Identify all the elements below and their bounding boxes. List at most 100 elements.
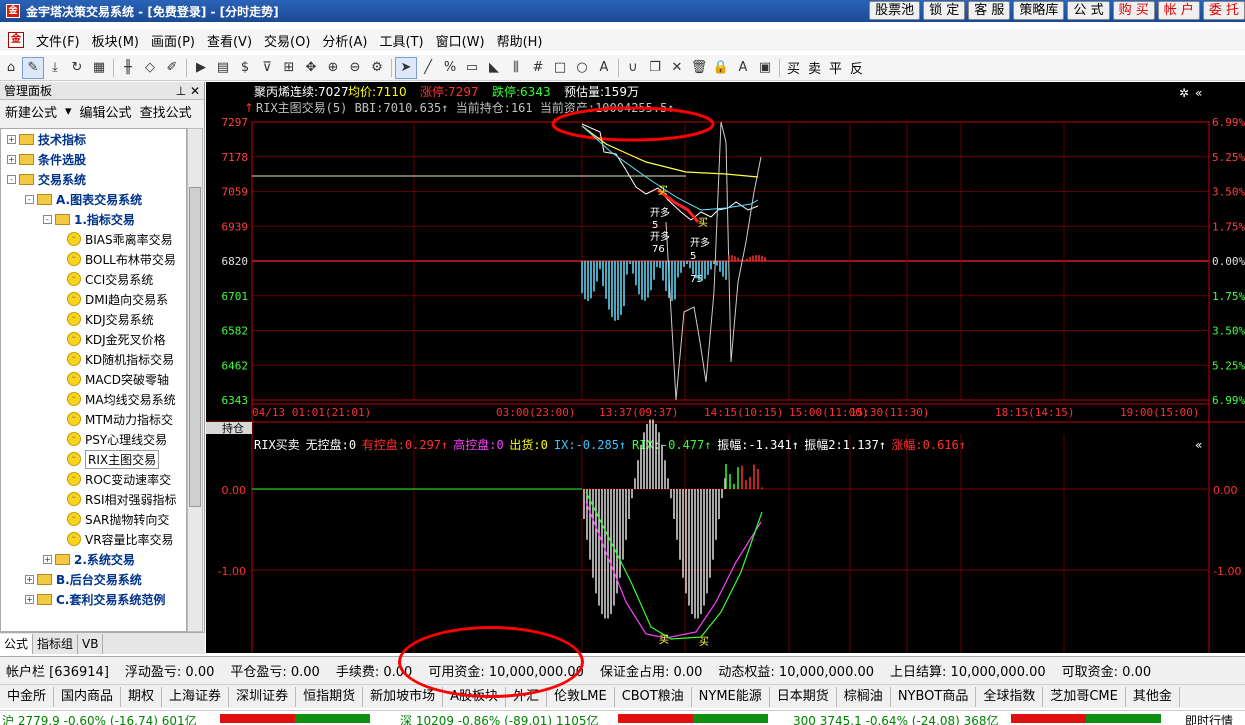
title-button-6[interactable]: 帐 户 (1157, 1, 1200, 20)
lock-icon[interactable]: 🔒 (710, 57, 732, 79)
expand-icon[interactable]: - (7, 174, 16, 184)
tree-node[interactable]: - 1.指标交易 (43, 209, 135, 229)
tree-node[interactable]: + B.后台交易系统 (25, 569, 142, 589)
menu-item-3[interactable]: 查看(V) (201, 31, 258, 50)
menu-item-4[interactable]: 交易(O) (258, 31, 316, 50)
trade-reverse-button[interactable]: 反 (846, 58, 867, 77)
intraday-chart[interactable]: 7297 6.99% 7178 5.25% 7059 3.50% 6939 1.75% 6820… (206, 82, 1245, 653)
tree-node[interactable]: - 交易系统 (7, 169, 86, 189)
title-button-4[interactable]: 公 式 (1067, 1, 1110, 20)
fill-icon[interactable]: ◣ (483, 57, 505, 79)
line-icon[interactable]: ╱ (417, 57, 439, 79)
menu-item-7[interactable]: 窗口(W) (430, 31, 491, 50)
tree-node[interactable]: + C.套利交易系统范例 (25, 589, 165, 609)
market-tab-14[interactable]: NYBOT商品 (891, 686, 977, 707)
grid-icon[interactable]: ▦ (88, 57, 110, 79)
zoom-out-icon[interactable]: ⊖ (344, 57, 366, 79)
panel-tab-2[interactable]: VB (78, 633, 104, 654)
expand-icon[interactable]: + (7, 134, 16, 144)
home-icon[interactable]: ⌂ (0, 57, 22, 79)
pencil-icon[interactable]: ✎ (22, 56, 44, 79)
cursor-icon[interactable]: ➤ (395, 56, 417, 79)
menu-item-0[interactable]: 文件(F) (30, 31, 86, 50)
market-tab-9[interactable]: 伦敦LME (547, 686, 615, 707)
text-icon[interactable]: A (593, 57, 615, 79)
rectangle-icon[interactable]: □ (549, 57, 571, 79)
tree-node[interactable]: ᵕ MA均线交易系统 (67, 389, 176, 409)
title-button-1[interactable]: 锁 定 (923, 1, 966, 20)
filter-icon[interactable]: ⊽ (256, 57, 278, 79)
tree-node[interactable]: ᵕ BIAS乖离率交易 (67, 229, 173, 249)
trash-icon[interactable]: 🗑 (688, 57, 710, 79)
parallel-lines-icon[interactable]: ⫼ (505, 57, 527, 79)
tree-node[interactable]: ᵕ MACD突破零轴 (67, 369, 169, 389)
refresh-icon[interactable]: ↻ (66, 57, 88, 79)
panel-tab-0[interactable]: 公式 (0, 633, 34, 654)
play-icon[interactable]: ▶ (190, 57, 212, 79)
tree-node[interactable]: ᵕ PSY心理线交易 (67, 429, 167, 449)
download-icon[interactable]: ⤓ (44, 57, 66, 79)
dropdown-arrow-icon[interactable]: ▾ (65, 104, 72, 119)
chart-area[interactable]: 7297 6.99% 7178 5.25% 7059 3.50% 6939 1.75% 6820… (206, 82, 1245, 653)
dollar-icon[interactable]: $ (234, 57, 256, 79)
market-tab-17[interactable]: 其他金 (1126, 686, 1180, 707)
tree-node[interactable]: + 条件选股 (7, 149, 86, 169)
title-button-7[interactable]: 委 托 (1202, 1, 1245, 20)
tree-node[interactable]: + 技术指标 (7, 129, 86, 149)
tree-node[interactable]: ᵕ MTM动力指标交 (67, 409, 173, 429)
tree-node[interactable]: ᵕ VR容量比率交易 (67, 529, 174, 549)
panel-tab-1[interactable]: 指标组 (33, 633, 79, 654)
tree-node[interactable]: ᵕ KDJ交易系统 (67, 309, 154, 329)
market-tab-10[interactable]: CBOT粮油 (615, 686, 692, 707)
title-button-5[interactable]: 购 买 (1112, 1, 1155, 20)
market-tab-15[interactable]: 全球指数 (976, 686, 1044, 707)
expand-icon[interactable]: + (43, 554, 52, 564)
market-tab-0[interactable]: 中金所 (0, 686, 55, 707)
market-tab-12[interactable]: 日本期货 (770, 686, 837, 707)
menu-item-8[interactable]: 帮助(H) (491, 31, 549, 50)
realtime-quote-link[interactable]: 即时行情 (1185, 712, 1233, 725)
tree-node[interactable]: ᵕ BOLL布林带交易 (67, 249, 176, 269)
trade-sell-button[interactable]: 卖 (804, 58, 825, 77)
title-button-2[interactable]: 客 服 (968, 1, 1011, 20)
expand-icon[interactable]: - (25, 194, 34, 204)
expand-icon[interactable]: + (25, 594, 34, 604)
candlestick-icon[interactable]: ╫ (117, 57, 139, 79)
close-icon[interactable]: ✕ (666, 57, 688, 79)
edit-icon[interactable]: ✐ (161, 57, 183, 79)
app-menu-icon[interactable]: 金 (8, 32, 24, 48)
market-tab-1[interactable]: 国内商品 (54, 686, 122, 707)
menu-item-2[interactable]: 画面(P) (145, 31, 201, 50)
market-tab-11[interactable]: NYME能源 (692, 686, 770, 707)
panel-controls[interactable]: ⊥ ✕ (176, 84, 200, 98)
expand-icon[interactable]: - (43, 214, 52, 224)
scrollbar-thumb[interactable] (189, 187, 201, 507)
hash-icon[interactable]: # (527, 57, 549, 79)
formula-tree[interactable]: + 技术指标 + 条件选股 - 交易系统 - A.图表交易系统 -1.指标交易 ᵕ BIAS乖离率交… (0, 128, 187, 632)
gear-icon[interactable]: ⚙ (366, 57, 388, 79)
expand-icon[interactable]: + (25, 574, 34, 584)
tree-scrollbar[interactable] (187, 128, 203, 632)
market-tab-6[interactable]: 新加坡市场 (363, 686, 444, 707)
market-tab-8[interactable]: 外汇 (506, 686, 548, 707)
copy-icon[interactable]: ❐ (644, 57, 666, 79)
ruler-icon[interactable]: ▭ (461, 57, 483, 79)
market-tab-13[interactable]: 棕榈油 (837, 686, 891, 707)
tree-node[interactable]: ᵕ DMI趋向交易系 (67, 289, 168, 309)
edit-formula-button[interactable]: 编辑公式 (80, 102, 132, 121)
trade-buy-button[interactable]: 买 (783, 58, 804, 77)
menu-item-5[interactable]: 分析(A) (316, 31, 373, 50)
percent-icon[interactable]: % (439, 57, 461, 79)
table-icon[interactable]: ⊞ (278, 57, 300, 79)
find-formula-button[interactable]: 查找公式 (140, 102, 192, 121)
tree-node[interactable]: ᵕ SAR抛物转向交 (67, 509, 169, 529)
trade-close-button[interactable]: 平 (825, 58, 846, 77)
document-icon[interactable]: ▤ (212, 57, 234, 79)
market-tab-2[interactable]: 期权 (121, 686, 163, 707)
new-formula-button[interactable]: 新建公式 (5, 102, 57, 121)
market-tab-16[interactable]: 芝加哥CME (1043, 686, 1126, 707)
market-tab-4[interactable]: 深圳证券 (229, 686, 297, 707)
tree-node[interactable]: ᵕ ROC变动速率交 (67, 469, 171, 489)
tree-node[interactable]: ᵕ RSI相对强弱指标 (67, 489, 177, 509)
tree-node[interactable]: ᵕ RIX主图交易 (67, 449, 160, 469)
